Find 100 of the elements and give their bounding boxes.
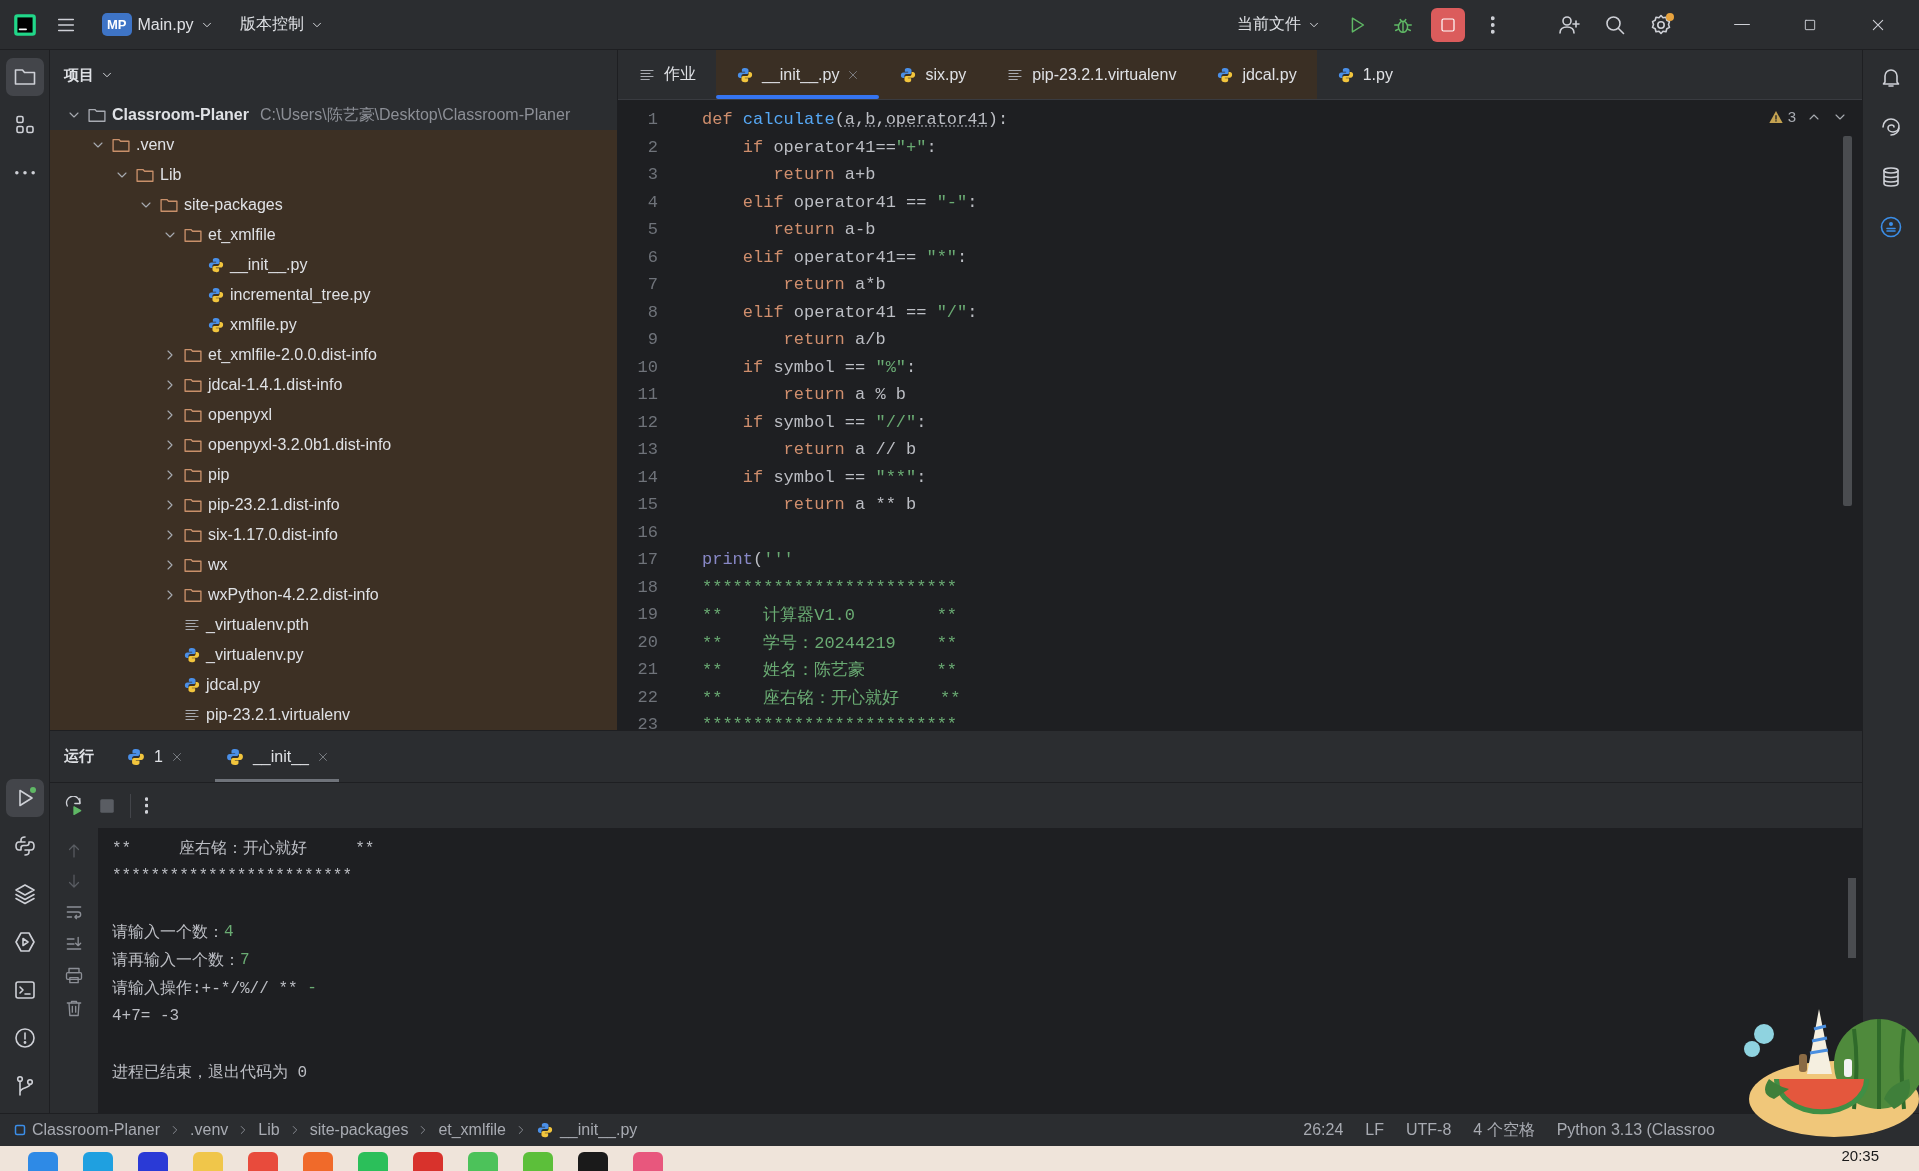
tree-item[interactable]: wxPython-4.2.2.dist-info (50, 580, 617, 610)
stop-button[interactable] (1431, 7, 1465, 42)
tree-item[interactable]: pip-23.2.1.dist-info (50, 490, 617, 520)
line-number: 19 (636, 605, 658, 625)
tree-item[interactable]: Lib (50, 160, 617, 190)
rerun-button[interactable] (64, 795, 84, 816)
run-config-selector[interactable]: 当前文件 (1229, 8, 1329, 41)
editor-tab[interactable]: six.py (879, 50, 987, 99)
trash-icon[interactable] (64, 998, 84, 1018)
breadcrumb[interactable]: .venv (190, 1121, 229, 1139)
run-tab[interactable]: 1 (116, 731, 193, 782)
breadcrumb[interactable]: et_xmlfile (438, 1121, 506, 1139)
line-number: 21 (636, 660, 658, 680)
console-line: 4+7= -3 (112, 1006, 181, 1027)
python-file-icon (207, 316, 225, 334)
warnings-indicator[interactable]: 3 (1767, 108, 1796, 125)
editor-tab[interactable]: __init__.py (716, 50, 880, 99)
code-line: return a/b (782, 330, 886, 350)
run-tab[interactable]: __init__ (214, 731, 339, 782)
breadcrumb[interactable]: Classroom-Planer (14, 1121, 161, 1139)
module-icon (14, 1124, 26, 1136)
scrollbar[interactable] (1848, 878, 1856, 958)
status-item[interactable]: 4 个空格 (1473, 1119, 1535, 1141)
code-line: return a ** b (782, 495, 917, 515)
code-line: ** 计算器V1.0 ** (702, 605, 958, 627)
project-view-selector[interactable]: 项目 (50, 50, 617, 100)
tree-item[interactable]: Classroom-Planer C:\Users\陈艺豪\Desktop\Classroom-Planer (50, 100, 617, 130)
line-number: 3 (646, 165, 658, 185)
breadcrumb[interactable]: Lib (258, 1121, 280, 1139)
line-number: 23 (636, 715, 658, 730)
panel-title: 运行 (64, 747, 94, 766)
console-line: ************************* (112, 866, 354, 887)
close-icon[interactable] (316, 750, 329, 763)
line-number: 22 (636, 687, 658, 707)
line-number: 4 (646, 192, 658, 212)
tree-item[interactable]: wx (50, 550, 617, 580)
tree-item[interactable]: six-1.17.0.dist-info (50, 520, 617, 550)
status-item[interactable]: 26:24 (1303, 1119, 1344, 1141)
layers-icon (12, 882, 37, 906)
close-icon[interactable] (170, 750, 183, 763)
editor-tab[interactable]: 1.py (1316, 50, 1413, 99)
tree-item[interactable]: jdcal.py (50, 670, 617, 700)
rerun-icon (64, 795, 84, 816)
close-icon[interactable] (847, 68, 860, 81)
code-line: ************************* (702, 577, 958, 597)
code-line: elif operator41== "*": (741, 247, 968, 267)
tree-item[interactable]: et_xmlfile (50, 220, 617, 250)
line-number: 17 (636, 550, 658, 570)
line-number: 14 (636, 467, 658, 487)
tree-item[interactable]: _virtualenv.pth (50, 610, 617, 640)
tree-item[interactable]: pip (50, 460, 617, 490)
breadcrumb[interactable]: __init__.py (535, 1121, 638, 1139)
tree-item[interactable]: openpyxl (50, 400, 617, 430)
python-file-icon (899, 65, 918, 84)
tree-item[interactable]: incremental_tree.py (50, 280, 617, 310)
python-file-icon (1216, 65, 1235, 84)
clock: 20:35 (1841, 1147, 1879, 1164)
app-logo-icon[interactable] (12, 11, 38, 38)
code-line: ** 学号：20244219 ** (702, 632, 958, 654)
python-file-icon (183, 646, 201, 664)
line-number: 20 (636, 632, 658, 652)
tree-item[interactable]: pip-23.2.1.virtualenv (50, 700, 617, 730)
python-file-icon (1336, 65, 1355, 84)
editor-tab[interactable]: 作业 (618, 50, 716, 99)
console-line: 请输入操作:+-*/%// ** - (112, 978, 318, 1000)
code-line: return a+b (772, 165, 876, 185)
line-number: 13 (636, 440, 658, 460)
tree-item[interactable]: jdcal-1.4.1.dist-info (50, 370, 617, 400)
python-file-icon (207, 286, 225, 304)
tree-item[interactable]: _virtualenv.py (50, 640, 617, 670)
tree-item[interactable]: xmlfile.py (50, 310, 617, 340)
code-line: ** 座右铭：开心就好 ** (702, 687, 961, 709)
more-button[interactable] (145, 797, 149, 814)
tree-item[interactable]: .venv (50, 130, 617, 160)
print-icon[interactable] (64, 966, 84, 986)
line-number: 15 (636, 495, 658, 515)
line-number: 10 (636, 357, 658, 377)
editor-tab[interactable]: pip-23.2.1.virtualenv (986, 50, 1197, 99)
tree-item[interactable]: openpyxl-3.2.0b1.dist-info (50, 430, 617, 460)
code-line: return a-b (772, 220, 876, 240)
line-number: 16 (636, 522, 658, 542)
console-line: 请再输入一个数：7 (112, 950, 251, 972)
tool-window-button[interactable] (5, 779, 44, 817)
code-line: return a % b (782, 385, 907, 405)
status-item[interactable]: LF (1365, 1119, 1384, 1141)
vcs-menu[interactable]: 版本控制 (231, 8, 332, 41)
status-item[interactable]: UTF-8 (1406, 1119, 1452, 1141)
scrollbar[interactable] (1843, 136, 1852, 506)
code-line: elif operator41 == "/": (741, 302, 978, 322)
editor-tab[interactable]: jdcal.py (1196, 50, 1317, 99)
status-item[interactable]: Python 3.13 (Classroo (1556, 1119, 1715, 1141)
tree-item[interactable]: et_xmlfile-2.0.0.dist-info (50, 340, 617, 370)
tree-item[interactable]: __init__.py (50, 250, 617, 280)
python-console-icon (12, 834, 37, 858)
breadcrumb[interactable]: site-packages (309, 1121, 409, 1139)
line-number: 7 (646, 275, 658, 295)
code-line: def calculate(a,b,operator41): (702, 110, 1009, 130)
tree-item[interactable]: site-packages (50, 190, 617, 220)
project-switcher[interactable]: MP Main.py (94, 7, 222, 42)
tool-window-button[interactable] (5, 58, 44, 96)
